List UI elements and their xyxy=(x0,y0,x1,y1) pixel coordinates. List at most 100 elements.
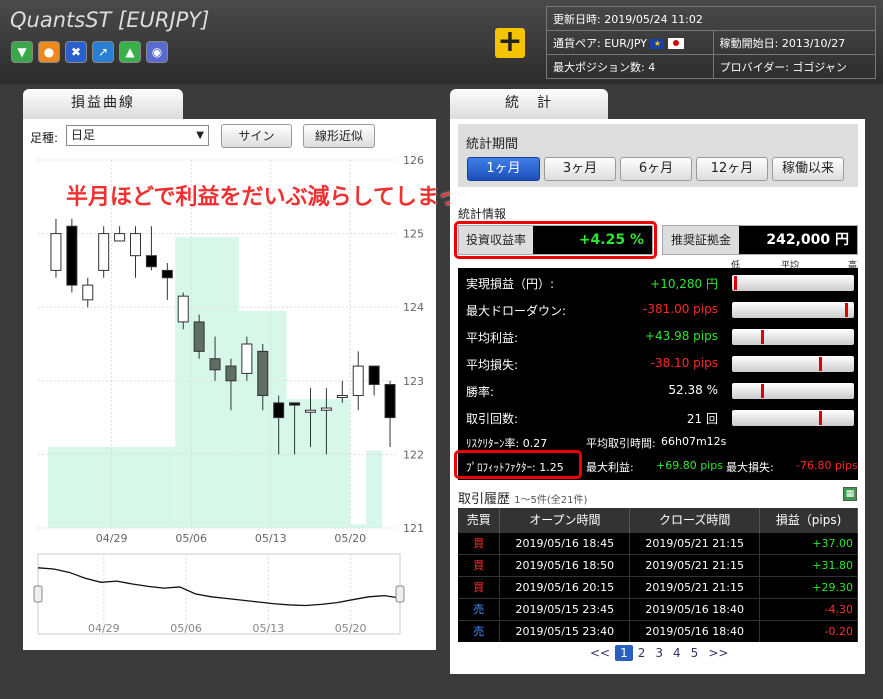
history-col-header[interactable]: 損益（pips) xyxy=(759,508,858,532)
eu-flag-icon: ★ xyxy=(650,38,665,49)
sign-button[interactable]: サイン xyxy=(221,124,292,148)
tab-statistics[interactable]: 統 計 xyxy=(450,89,608,119)
gauge-marker xyxy=(844,303,848,317)
history-cell-close: 2019/05/21 21:15 xyxy=(629,553,761,576)
candle-body-9 xyxy=(193,321,205,352)
stat-row: 平均利益: +43.98 pips xyxy=(458,324,858,349)
candle-body-11 xyxy=(225,365,237,382)
equity-area-1 xyxy=(175,237,239,528)
table-row[interactable]: 買 2019/05/16 18:50 2019/05/21 21:15 +31.80 xyxy=(458,553,858,576)
candle-body-5 xyxy=(130,233,141,257)
stat-row: 取引回数: 21 回 xyxy=(458,405,858,430)
history-col-header[interactable]: オープン時間 xyxy=(499,508,631,532)
stat-row: 平均損失: -38.10 pips xyxy=(458,351,858,376)
tree-icon[interactable]: ▲ xyxy=(119,41,141,63)
history-cell-pnl: -4.30 xyxy=(759,597,858,620)
history-cell-side: 買 xyxy=(458,531,501,554)
gauge-marker xyxy=(819,357,822,371)
highlight-return xyxy=(454,221,657,259)
period-button-2[interactable]: 6ヶ月 xyxy=(620,157,692,181)
table-row[interactable]: 売 2019/05/15 23:45 2019/05/16 18:40 -4.30 xyxy=(458,597,858,620)
history-cell-side: 買 xyxy=(458,553,501,576)
history-cell-open: 2019/05/16 18:45 xyxy=(499,531,631,554)
stat-label: 平均損失: xyxy=(466,358,519,372)
page-link[interactable]: 5 xyxy=(686,645,704,661)
overview-navigator[interactable]: 04/29 05/06 05/13 05/20 xyxy=(30,552,410,637)
history-header: 取引履歴 1〜5件(全21件) xyxy=(458,488,587,507)
candle-body-15 xyxy=(289,402,301,406)
ov-tick-04/29: 04/29 xyxy=(88,622,120,635)
provider-cell: プロバイダー: ゴゴジャン xyxy=(712,54,877,79)
period-button-3[interactable]: 12ヶ月 xyxy=(696,157,768,181)
linear-approx-button[interactable]: 線形近似 xyxy=(303,124,375,148)
table-row[interactable]: 買 2019/05/16 20:15 2019/05/21 21:15 +29.30 xyxy=(458,575,858,598)
history-col-header[interactable]: クローズ時間 xyxy=(629,508,761,532)
candle-body-2 xyxy=(82,284,94,301)
add-favorite-icon[interactable]: + xyxy=(495,27,525,58)
avg-time-value: 66h07m12s xyxy=(661,435,727,448)
ov-tick-05/06: 05/06 xyxy=(170,622,202,635)
table-row[interactable]: 売 2019/05/15 23:40 2019/05/16 18:40 -0.20 xyxy=(458,619,858,642)
x-tick-05/06: 05/06 xyxy=(175,532,207,545)
page-link[interactable]: 1 xyxy=(615,645,633,661)
right-handle[interactable] xyxy=(395,585,405,603)
gauge-marker xyxy=(819,411,822,425)
history-cell-pnl: -0.20 xyxy=(759,619,858,642)
candle-body-21 xyxy=(384,383,396,419)
history-cell-side: 売 xyxy=(458,619,501,642)
chart-up-icon[interactable]: ↗ xyxy=(92,41,114,63)
page-link[interactable]: >> xyxy=(703,645,733,661)
orange-ball-icon[interactable]: ● xyxy=(38,41,60,63)
stat-label: 勝率: xyxy=(466,385,495,399)
candle-body-10 xyxy=(209,358,221,371)
history-cell-open: 2019/05/15 23:40 xyxy=(499,619,631,642)
period-label: 統計期間 xyxy=(466,137,519,152)
stat-value: 21 回 xyxy=(686,412,718,426)
ov-tick-05/20: 05/20 xyxy=(335,622,367,635)
stat-value: 52.38 % xyxy=(668,383,718,397)
candle-body-12 xyxy=(241,343,253,374)
chevron-down-icon: ▼ xyxy=(196,130,204,141)
stats-label: 統計情報 xyxy=(458,207,507,221)
table-row[interactable]: 買 2019/05/16 18:45 2019/05/21 21:15 +37.00 xyxy=(458,531,858,554)
period-button-1[interactable]: 3ヶ月 xyxy=(544,157,616,181)
period-button-4[interactable]: 稼働以来 xyxy=(772,157,844,181)
period-button-0[interactable]: 1ヶ月 xyxy=(467,157,540,181)
page-link[interactable]: << xyxy=(585,645,615,661)
stat-value: +43.98 pips xyxy=(644,329,718,343)
header-icons: ▼ ● ✖ ↗ ▲ ◉ xyxy=(11,41,168,63)
y-tick-122: 122 xyxy=(403,448,424,461)
globe-icon[interactable]: ◉ xyxy=(146,41,168,63)
stat-gauge xyxy=(732,356,854,372)
stat-label: 取引回数: xyxy=(466,412,519,426)
left-handle[interactable] xyxy=(33,585,43,603)
stat-label: 最大ドローダウン: xyxy=(466,304,567,318)
max-profit-label: 最大利益: xyxy=(586,461,634,474)
candle-body-0 xyxy=(50,233,62,271)
ashi-label: 足種: xyxy=(30,131,59,145)
system-title: QuantsST [EURJPY] xyxy=(10,8,210,32)
history-cell-pnl: +29.30 xyxy=(759,575,858,598)
y-tick-126: 126 xyxy=(403,154,424,167)
candle-body-13 xyxy=(257,350,269,397)
history-col-header[interactable]: 売買 xyxy=(458,508,501,532)
history-cell-close: 2019/05/21 21:15 xyxy=(629,531,761,554)
export-icon[interactable]: ▦ xyxy=(843,487,857,501)
tab-equity-curve[interactable]: 損益曲線 xyxy=(23,89,183,119)
pagination: << 1 2 3 4 5 >> xyxy=(585,645,733,661)
page-link[interactable]: 4 xyxy=(668,645,686,661)
history-table: 売買 オープン時間 クローズ時間 損益（pips) 買 2019/05/16 18:45 2… xyxy=(458,508,858,642)
system-info-table: 更新日時: 2019/05/24 11:02 通貨ペア: EUR/JPY ★ 稼… xyxy=(546,6,877,79)
x-tick-05/13: 05/13 xyxy=(255,532,287,545)
crossing-icon[interactable]: ✖ xyxy=(65,41,87,63)
page-link[interactable]: 2 xyxy=(633,645,651,661)
page-link[interactable]: 3 xyxy=(650,645,668,661)
header: QuantsST [EURJPY] ▼ ● ✖ ↗ ▲ ◉ + 更新日時: 20… xyxy=(0,0,883,84)
maxpos-cell: 最大ポジション数: 4 xyxy=(546,54,714,79)
stat-label: 実現損益（円）: xyxy=(466,277,555,291)
stat-value: -381.00 pips xyxy=(643,302,718,316)
stat-gauge xyxy=(732,302,854,318)
beginner-icon[interactable]: ▼ xyxy=(11,41,33,63)
ashi-select[interactable]: 日足 ▼ xyxy=(66,125,209,146)
stat-gauge xyxy=(732,329,854,345)
